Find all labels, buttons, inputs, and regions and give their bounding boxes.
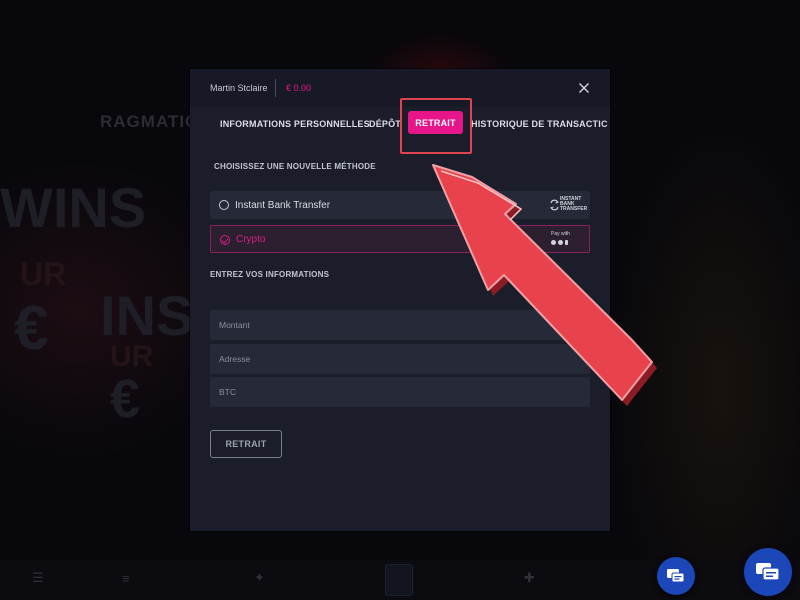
close-icon — [579, 83, 589, 93]
address-field[interactable] — [210, 344, 590, 374]
menu-icon[interactable]: ☰ — [32, 570, 44, 586]
coin-icon — [558, 240, 563, 245]
choose-method-heading: CHOISISSEZ UNE NOUVELLE MÉTHODE — [214, 162, 376, 171]
coin-icon — [565, 240, 568, 245]
enter-info-heading: ENTREZ VOS INFORMATIONS — [210, 270, 330, 279]
bank-logo-text: INSTANT BANK TRANSFER — [560, 196, 588, 212]
chat-icon — [756, 563, 780, 581]
header-divider — [275, 79, 276, 97]
plus-icon[interactable]: ✚ — [524, 570, 535, 586]
method-instant-bank-transfer[interactable]: Instant Bank Transfer INSTANT BANK TRANS… — [210, 191, 590, 219]
tab-transaction-history[interactable]: HISTORIQUE DE TRANSACTIC — [471, 119, 608, 129]
background-promo-text: € — [110, 369, 141, 429]
pay-with-text: Pay with — [551, 231, 570, 237]
background-promo-text: UR — [20, 256, 67, 292]
close-button[interactable] — [577, 81, 591, 95]
list-icon[interactable]: ≡ — [122, 571, 130, 586]
btc-input[interactable] — [210, 377, 590, 407]
tab-personal-info[interactable]: INFORMATIONS PERSONNELLES — [220, 119, 370, 129]
background-promo-text: UR — [110, 340, 154, 373]
btc-field[interactable] — [210, 377, 590, 407]
background-promo-text: € — [14, 294, 49, 363]
amount-field[interactable] — [210, 310, 590, 340]
transfer-arrows-icon — [550, 199, 559, 211]
method-label: Crypto — [236, 234, 266, 245]
tab-withdrawal[interactable]: RETRAIT — [408, 111, 463, 134]
bank-transfer-icon: INSTANT BANK TRANSFER — [550, 197, 587, 213]
gamepad-icon[interactable]: ✦ — [254, 570, 265, 586]
chat-button[interactable] — [744, 548, 792, 596]
balance-amount: € 0.00 — [286, 83, 312, 93]
background-promo-text: INS — [100, 284, 194, 347]
account-modal: Martin Stclaire € 0.00 INFORMATIONS PERS… — [190, 69, 610, 531]
coin-icon — [551, 240, 556, 245]
background-brand-logo: RAGMATIC — [100, 112, 199, 131]
chat-icon — [667, 569, 685, 583]
modal-header: Martin Stclaire € 0.00 — [190, 69, 610, 107]
background-glow — [600, 100, 800, 580]
method-crypto[interactable]: Crypto Pay with — [210, 225, 590, 253]
tab-deposit[interactable]: DÉPÔT — [369, 119, 401, 129]
address-input[interactable] — [210, 344, 590, 374]
chat-button[interactable] — [657, 557, 695, 595]
radio-checked-icon[interactable] — [220, 235, 230, 245]
method-label: Instant Bank Transfer — [235, 200, 331, 211]
home-nav-button[interactable] — [385, 564, 413, 596]
crypto-coins-icon: Pay with — [551, 231, 575, 249]
account-tabs: INFORMATIONS PERSONNELLES DÉPÔT RETRAIT … — [190, 107, 610, 141]
amount-input[interactable] — [210, 310, 590, 340]
radio-unchecked-icon[interactable] — [219, 200, 229, 210]
withdraw-submit-button[interactable]: RETRAIT — [210, 430, 282, 458]
user-name: Martin Stclaire — [210, 83, 268, 93]
background-promo-text: WINS — [0, 176, 147, 239]
